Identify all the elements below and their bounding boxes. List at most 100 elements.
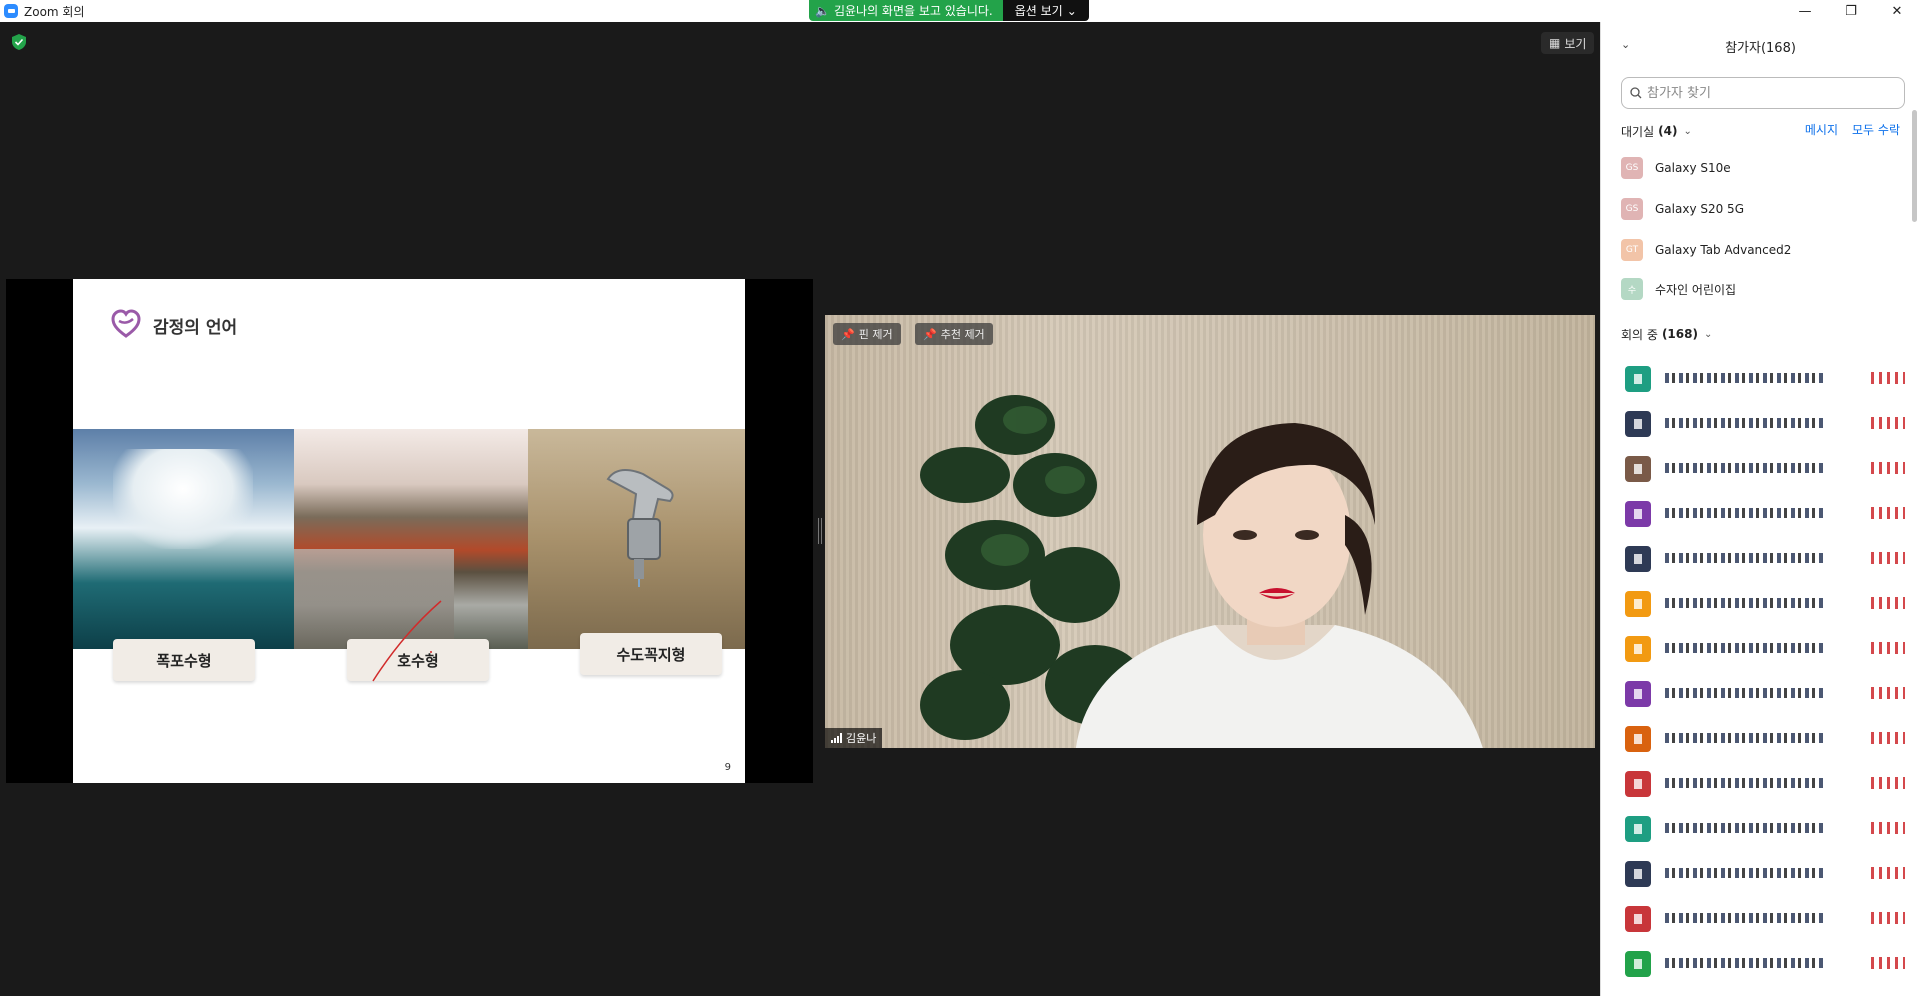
in-meeting-count: (168) [1661,327,1698,341]
chevron-down-icon: ⌄ [1066,3,1077,18]
avatar [1625,906,1651,932]
in-meeting-label: 회의 중 [1621,327,1658,342]
in-meeting-header[interactable]: 회의 중 (168) ⌄ [1621,324,1712,344]
participant-status-icons [1871,912,1905,924]
collapse-panel-icon[interactable]: ⌄ [1621,38,1630,51]
share-status: 🔈 김윤나의 화면을 보고 있습니다. [809,0,1003,21]
grid-icon: ▦ [1549,36,1561,50]
participant-name: Galaxy Tab Advanced2 [1655,243,1792,257]
participant-name-pixelated [1665,373,1825,383]
participant-name-pixelated [1665,463,1825,473]
participant-row[interactable] [1621,497,1911,527]
unpin-button[interactable]: 📌 핀 제거 [833,323,901,345]
shared-screen[interactable]: 감정의 언어 폭포수형 호수형 수도꼭지형 9 [6,279,813,783]
participant-row[interactable] [1621,407,1911,437]
avatar [1625,456,1651,482]
minimize-button[interactable]: — [1782,0,1828,22]
shield-icon[interactable] [12,34,26,50]
avatar: GS [1621,157,1643,179]
participant-status-icons [1871,597,1905,609]
participant-status-icons [1871,642,1905,654]
message-button[interactable]: 메시지 [1805,121,1838,138]
admit-all-button[interactable]: 모두 수락 [1852,121,1900,138]
participant-row[interactable] [1621,902,1911,932]
participants-scrollbar[interactable] [1912,110,1917,222]
avatar [1625,366,1651,392]
waiting-room-count: (4) [1658,124,1678,138]
speaker-video[interactable]: 📌 핀 제거 📌 추천 제거 김윤나 [825,315,1595,748]
unpin-label: 핀 제거 [858,328,893,341]
participant-status-icons [1871,417,1905,429]
waterfall-photo [73,429,294,649]
participant-row[interactable] [1621,677,1911,707]
participant-status-icons [1871,867,1905,879]
participant-row[interactable] [1621,767,1911,797]
speaker-name: 김윤나 [846,732,877,745]
waiting-participant[interactable]: GS Galaxy S10e [1621,153,1901,183]
participant-name-pixelated [1665,733,1825,743]
participant-name-pixelated [1665,418,1825,428]
participant-search[interactable] [1621,77,1905,109]
participant-row[interactable] [1621,542,1911,572]
remove-spotlight-button[interactable]: 📌 추천 제거 [915,323,993,345]
participant-name-pixelated [1665,508,1825,518]
participant-row[interactable] [1621,812,1911,842]
avatar [1625,726,1651,752]
participant-name-pixelated [1665,688,1825,698]
participant-name-pixelated [1665,958,1825,968]
participant-row[interactable] [1621,947,1911,977]
restore-button[interactable]: ❐ [1828,0,1874,22]
participant-name: 수자인 어린이집 [1655,282,1737,297]
avatar [1625,951,1651,977]
participant-row[interactable] [1621,722,1911,752]
participant-name-pixelated [1665,868,1825,878]
chevron-down-icon: ⌄ [1703,328,1713,340]
presentation-slide: 감정의 언어 폭포수형 호수형 수도꼭지형 9 [73,279,745,783]
waiting-room-header[interactable]: 대기실 (4) ⌄ [1621,121,1692,141]
participant-row[interactable] [1621,857,1911,887]
participant-status-icons [1871,552,1905,564]
participant-status-icons [1871,462,1905,474]
participant-status-icons [1871,777,1905,789]
avatar [1625,771,1651,797]
waiting-participant[interactable]: GS Galaxy S20 5G [1621,194,1901,224]
view-options-label: 옵션 보기 [1014,4,1063,18]
slide-label-waterfall: 폭포수형 [113,639,255,681]
faucet-icon [606,469,674,587]
avatar: 수 [1621,278,1643,300]
waiting-room-actions: 메시지 모두 수락 [1805,121,1900,138]
participant-row[interactable] [1621,587,1911,617]
participant-name: Galaxy S10e [1655,161,1731,175]
close-button[interactable]: ✕ [1874,0,1920,22]
participant-row[interactable] [1621,452,1911,482]
participant-name-pixelated [1665,643,1825,653]
avatar [1625,411,1651,437]
avatar [1625,816,1651,842]
pen-annotation [372,600,442,682]
share-status-text: 김윤나의 화면을 보고 있습니다. [833,4,993,18]
avatar [1625,501,1651,527]
view-options-button[interactable]: 옵션 보기 ⌄ [1002,0,1089,21]
participants-header: ⌄ 참가자(168) [1601,22,1920,70]
waiting-participant[interactable]: GT Galaxy Tab Advanced2 [1621,235,1901,265]
participant-row[interactable] [1621,632,1911,662]
participant-row[interactable] [1621,362,1911,392]
pin-icon: 📌 [923,327,937,341]
speaker-person [1075,423,1483,748]
remove-spotlight-label: 추천 제거 [940,328,985,341]
chevron-down-icon: ⌄ [1683,125,1692,137]
slide-title: 감정의 언어 [153,318,238,338]
waiting-participant[interactable]: 수 수자인 어린이집 [1621,274,1901,304]
split-view-handle[interactable] [818,518,822,544]
faucet-photo [528,429,745,649]
view-label: 보기 [1564,36,1587,51]
heart-logo-icon [111,309,141,338]
avatar [1625,636,1651,662]
search-input[interactable] [1647,85,1877,101]
participant-status-icons [1871,372,1905,384]
slide-label-faucet: 수도꼭지형 [580,633,722,675]
view-button[interactable]: ▦ 보기 [1541,32,1595,54]
participants-panel: ⌄ 참가자(168) 대기실 (4) ⌄ 메시지 모두 수락 GS Galaxy… [1600,22,1920,996]
slide-page-number: 9 [724,762,731,773]
waiting-room-label: 대기실 [1621,124,1655,139]
